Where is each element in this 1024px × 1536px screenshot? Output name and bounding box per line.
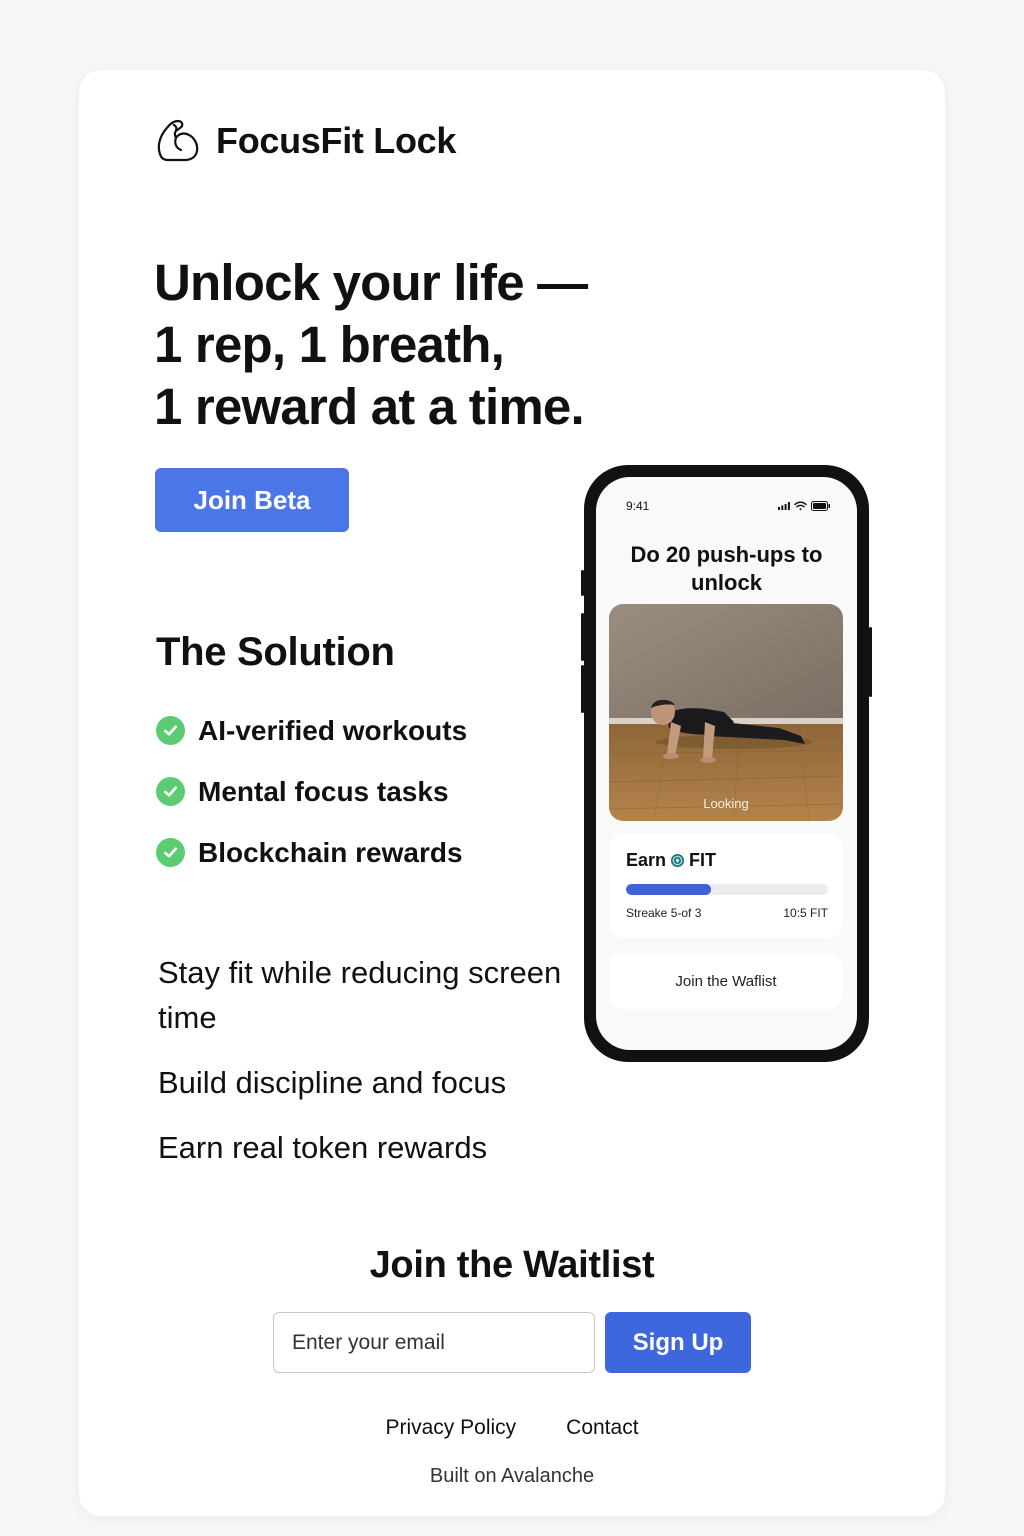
phone-side-button: [869, 627, 872, 697]
flexed-arm-icon: [157, 119, 199, 162]
check-circle-icon: [156, 838, 185, 867]
solution-title: The Solution: [156, 630, 395, 674]
signal-icon: [778, 502, 790, 510]
sign-up-button[interactable]: Sign Up: [605, 1312, 751, 1373]
hero-line: Unlock your life —: [154, 254, 588, 311]
battery-icon: [811, 501, 830, 511]
check-circle-icon: [156, 716, 185, 745]
benefits-list: Stay fit while reducing screen time Buil…: [158, 950, 578, 1190]
solution-item: AI-verified workouts: [156, 700, 467, 761]
privacy-policy-link[interactable]: Privacy Policy: [385, 1416, 516, 1440]
solution-item-label: Blockchain rewards: [198, 836, 463, 868]
solution-item: Blockchain rewards: [156, 822, 467, 883]
earn-card: Earn FIT Streake 5-of 3 10:5 FIT: [609, 834, 843, 938]
phone-side-button: [581, 665, 584, 713]
camera-status-label: Looking: [703, 796, 749, 811]
token-coin-icon: [670, 853, 685, 868]
earn-token: FIT: [689, 850, 717, 870]
solution-item-label: AI-verified workouts: [198, 714, 468, 746]
earn-meta: Streake 5-of 3 10:5 FIT: [626, 906, 828, 920]
streak-progress-fill: [626, 884, 711, 895]
email-input[interactable]: [273, 1312, 595, 1373]
phone-screen: 9:41 Do 20 push-ups to unlock Looking Ea…: [596, 477, 857, 1050]
earn-label: Earn: [626, 850, 667, 870]
solution-item: Mental focus tasks: [156, 761, 467, 822]
phone-side-button: [581, 613, 584, 661]
benefit-item: Stay fit while reducing screen time: [158, 955, 562, 1035]
solution-item-label: Mental focus tasks: [198, 775, 449, 807]
status-time: 9:41: [626, 499, 650, 513]
join-waflist-button[interactable]: Join the Waflist: [609, 953, 843, 1009]
earn-title: Earn FIT: [626, 850, 716, 871]
brand-name: FocusFit Lock: [216, 120, 457, 161]
hero-line: 1 reward at a time.: [154, 378, 585, 435]
hero-line: 1 rep, 1 breath,: [154, 316, 505, 373]
streak-text: Streake 5-of 3: [626, 906, 702, 920]
pushup-camera-view: Looking: [609, 604, 843, 821]
built-on-text: Built on Avalanche: [429, 1465, 595, 1487]
solution-list: AI-verified workouts Mental focus tasks …: [156, 700, 467, 883]
status-icons: [778, 501, 831, 511]
status-bar: 9:41: [626, 499, 831, 513]
streak-progress-bar: [626, 884, 828, 895]
contact-link[interactable]: Contact: [566, 1416, 638, 1440]
unlock-task-title: Do 20 push-ups to unlock: [630, 542, 823, 595]
footer-links: Privacy Policy Contact: [0, 1416, 1024, 1440]
brand[interactable]: FocusFit Lock: [154, 116, 456, 166]
phone-side-button: [581, 570, 584, 596]
check-circle-icon: [156, 777, 185, 806]
pushup-image: [609, 604, 843, 821]
wifi-icon: [794, 501, 807, 511]
phone-mockup: 9:41 Do 20 push-ups to unlock Looking Ea…: [581, 465, 872, 1062]
benefit-item: Earn real token rewards: [158, 1130, 488, 1165]
fit-amount: 10:5 FIT: [783, 906, 828, 920]
benefit-item: Build discipline and focus: [158, 1065, 507, 1100]
join-beta-button[interactable]: Join Beta: [155, 468, 349, 532]
waitlist-title: Join the Waitlist: [369, 1244, 655, 1286]
hero-headline: Unlock your life — 1 rep, 1 breath, 1 re…: [154, 252, 634, 438]
